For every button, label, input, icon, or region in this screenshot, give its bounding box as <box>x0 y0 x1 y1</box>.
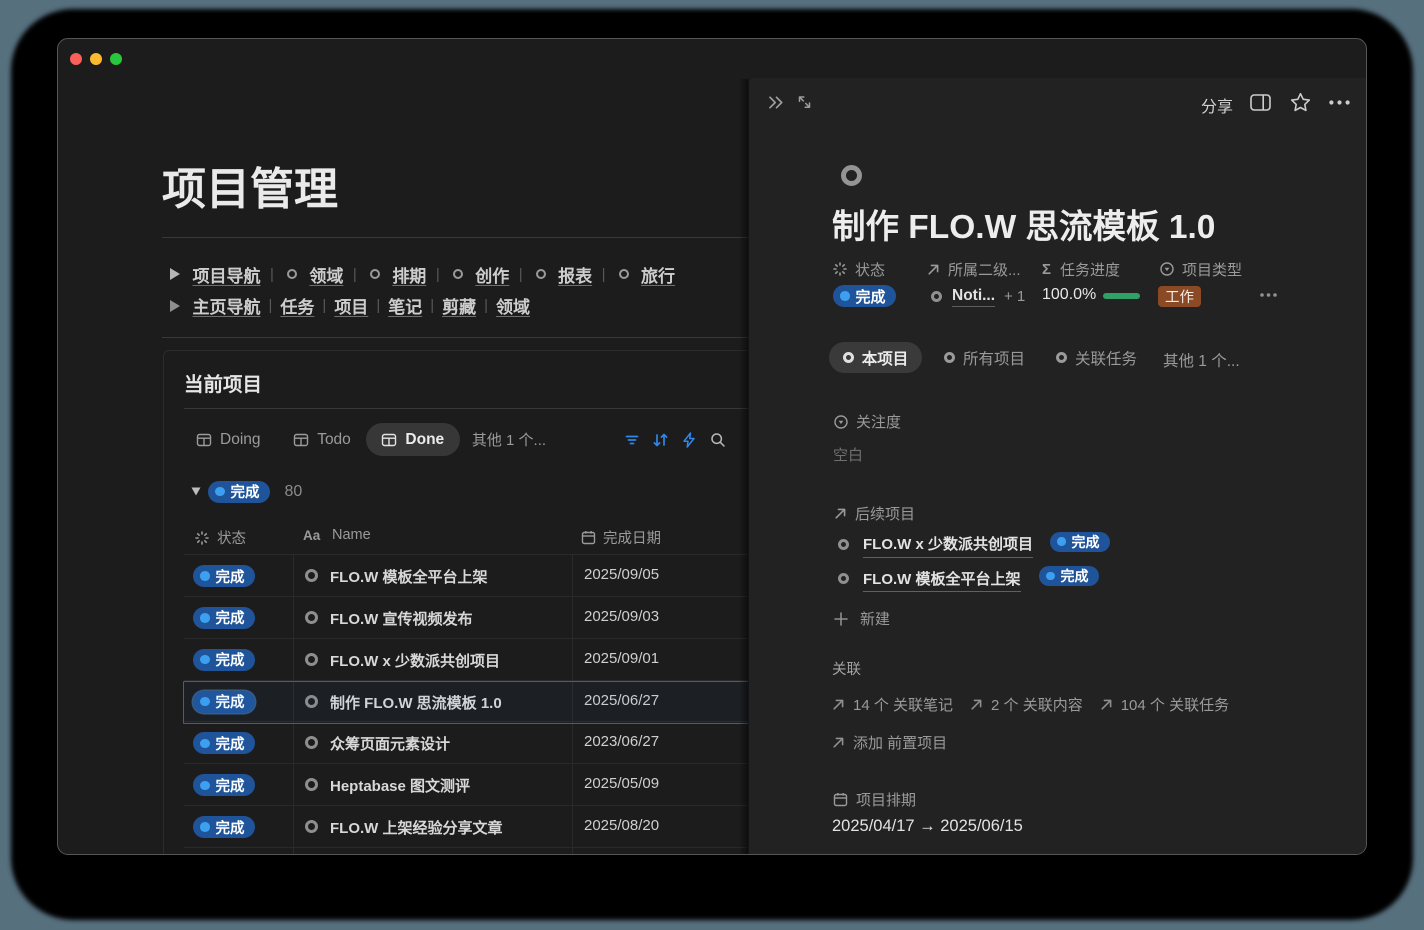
svg-text:Aa: Aa <box>303 529 321 542</box>
